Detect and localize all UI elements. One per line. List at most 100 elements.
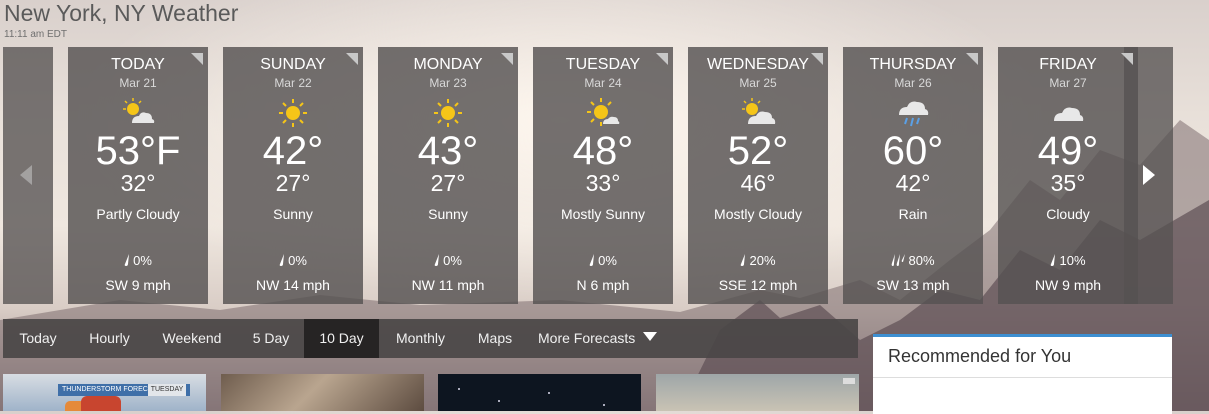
thumbnail-day: TUESDAY	[148, 384, 186, 396]
high-temp: 53°F	[95, 129, 181, 173]
raindrop-icon	[1051, 254, 1056, 266]
page-title: New York, NY Weather	[4, 0, 239, 26]
rain-drops-icon	[892, 254, 906, 266]
low-temp: 46°	[740, 170, 776, 196]
video-thumbnail-2[interactable]	[221, 374, 424, 411]
precip-value: 0%	[133, 253, 152, 268]
rain-icon	[899, 101, 929, 127]
star	[603, 404, 605, 406]
low-temp: 33°	[585, 170, 621, 196]
cloudy-icon	[1054, 107, 1084, 121]
tab-hourly[interactable]: Hourly	[73, 319, 146, 358]
wind-text: NW 11 mph	[411, 277, 485, 293]
day-date: Mar 26	[894, 76, 932, 90]
day-card-friday[interactable]: FRIDAY Mar 27 49° 35° Cloudy 10% NW 9 mp…	[998, 47, 1138, 304]
star	[458, 388, 460, 390]
high-temp: 42°	[262, 129, 324, 173]
video-thumbnail-thunderstorm[interactable]: THUNDERSTORM FORECAST TUESDAY	[3, 374, 206, 411]
condition-text: Sunny	[273, 206, 313, 222]
day-card-sunday[interactable]: SUNDAY Mar 22 42° 27° Sunny 0% NW 14 mph	[223, 47, 363, 304]
precip-value: 0%	[598, 253, 617, 268]
precip-chance: 0%	[223, 253, 363, 268]
day-name: WEDNESDAY	[707, 56, 809, 73]
recommended-panel: Recommended for You	[873, 334, 1172, 414]
partly-cloudy-icon	[123, 98, 155, 123]
day-card-thursday[interactable]: THURSDAY Mar 26 60° 42° Rain 80% SW 13 m…	[843, 47, 983, 304]
precip-chance: 80%	[843, 253, 983, 268]
tab-5-day[interactable]: 5 Day	[238, 319, 304, 358]
tab-more-forecasts[interactable]: More Forecasts	[538, 319, 673, 358]
mostly-sunny-icon	[587, 98, 620, 126]
map-region	[81, 396, 121, 411]
condition-text: Mostly Cloudy	[714, 206, 802, 222]
video-thumbnail-4[interactable]	[656, 374, 859, 411]
precip-chance: 20%	[688, 253, 828, 268]
raindrop-icon	[741, 254, 746, 266]
low-temp: 27°	[275, 170, 311, 196]
precip-chance: 0%	[533, 253, 673, 268]
precip-value: 0%	[443, 253, 462, 268]
high-temp: 48°	[572, 129, 634, 173]
day-date: Mar 25	[739, 76, 777, 90]
raindrop-icon	[434, 254, 440, 266]
wind-text: N 6 mph	[576, 277, 630, 293]
precip-value: 10%	[1059, 253, 1086, 268]
next-arrow-icon[interactable]	[1143, 165, 1155, 185]
precip-value: 20%	[749, 253, 776, 268]
low-temp: 42°	[895, 170, 931, 196]
high-temp: 60°	[882, 129, 944, 173]
raindrop-icon	[124, 254, 130, 266]
day-card-today[interactable]: TODAY Mar 21 53°F 32° Partly Cloudy 0% S…	[68, 47, 208, 304]
precip-chance: 0%	[68, 253, 208, 268]
day-name: FRIDAY	[1039, 56, 1097, 73]
condition-text: Sunny	[428, 206, 468, 222]
day-card-tuesday[interactable]: TUESDAY Mar 24 48° 33° Mostly Sunny 0% N…	[533, 47, 673, 304]
previous-arrow-icon[interactable]	[20, 165, 32, 185]
sunny-icon	[279, 99, 307, 127]
day-date: Mar 27	[1049, 76, 1087, 90]
condition-text: Partly Cloudy	[96, 206, 180, 222]
condition-text: Cloudy	[1046, 206, 1090, 222]
tab-more-forecasts-label: More Forecasts	[538, 330, 636, 346]
thumbnail-badge	[843, 378, 855, 384]
high-temp: 52°	[727, 129, 789, 173]
star	[498, 400, 500, 402]
day-card-wednesday[interactable]: WEDNESDAY Mar 25 52° 46° Mostly Cloudy 2…	[688, 47, 828, 304]
dropdown-triangle-icon	[643, 332, 658, 341]
video-thumbnail-3[interactable]	[438, 374, 641, 411]
forecast-nav-bar: Today Hourly Weekend 5 Day 10 Day Monthl…	[3, 319, 858, 358]
wind-text: NW 9 mph	[1034, 277, 1102, 293]
raindrop-icon	[589, 254, 595, 266]
high-temp: 49°	[1037, 129, 1099, 173]
day-name: SUNDAY	[260, 56, 326, 73]
high-temp: 43°	[417, 129, 479, 173]
raindrop-icon	[279, 254, 285, 266]
sunny-icon	[434, 99, 462, 127]
wind-text: NW 14 mph	[256, 277, 330, 293]
wind-text: SW 9 mph	[105, 277, 171, 293]
tab-today[interactable]: Today	[3, 319, 73, 358]
mostly-cloudy-icon	[742, 98, 776, 124]
tab-maps[interactable]: Maps	[462, 319, 528, 358]
day-name: TUESDAY	[565, 56, 641, 73]
precip-value: 0%	[288, 253, 307, 268]
tab-monthly[interactable]: Monthly	[379, 319, 462, 358]
wind-text: SSE 12 mph	[718, 277, 798, 293]
day-name: TODAY	[111, 56, 165, 73]
condition-text: Mostly Sunny	[560, 206, 646, 222]
low-temp: 35°	[1050, 170, 1086, 196]
precip-value: 80%	[908, 253, 935, 268]
day-date: Mar 22	[274, 76, 312, 90]
low-temp: 27°	[430, 170, 466, 196]
tab-weekend[interactable]: Weekend	[146, 319, 238, 358]
tab-10-day[interactable]: 10 Day	[304, 319, 379, 358]
day-date: Mar 24	[584, 76, 622, 90]
star	[548, 392, 550, 394]
updated-time: 11:11 am EDT	[4, 29, 67, 40]
low-temp: 32°	[120, 170, 156, 196]
precip-chance: 10%	[998, 253, 1138, 268]
divider	[873, 377, 1172, 378]
day-name: MONDAY	[413, 56, 483, 73]
recommended-title: Recommended for You	[888, 346, 1072, 366]
day-card-monday[interactable]: MONDAY Mar 23 43° 27° Sunny 0% NW 11 mph	[378, 47, 518, 304]
